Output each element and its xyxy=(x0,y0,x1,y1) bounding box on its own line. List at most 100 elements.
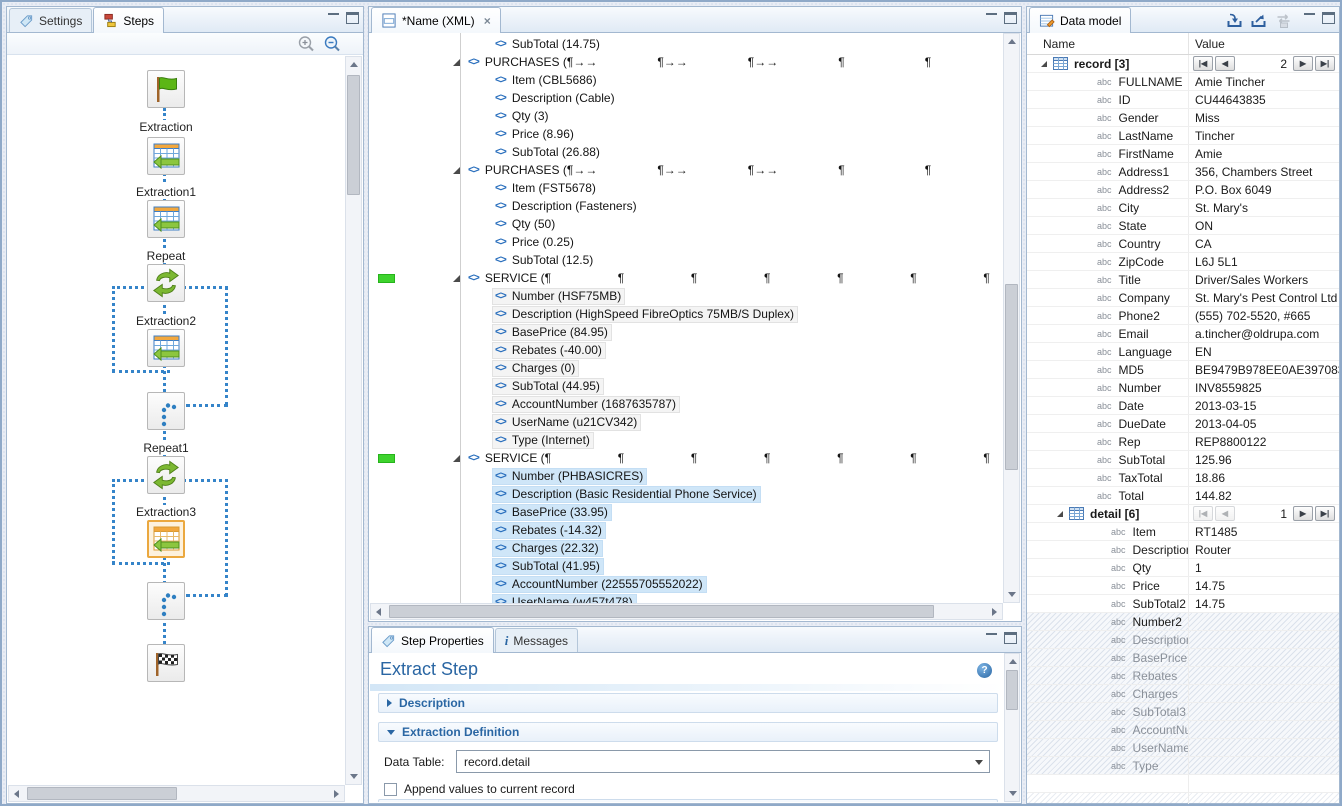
expand-arrow-icon[interactable] xyxy=(453,455,460,462)
previous-detail-button[interactable]: ◀ xyxy=(1215,506,1235,521)
field-row[interactable]: abcLastName Tincher xyxy=(1027,127,1339,145)
pending-field-row[interactable]: abcAccountNumber xyxy=(1027,721,1339,739)
xml-tree-row[interactable]: <> Qty (50) xyxy=(370,215,1003,233)
field-row[interactable]: abcTaxTotal 18.86 xyxy=(1027,469,1339,487)
pending-field-row[interactable]: abcUserName xyxy=(1027,739,1339,757)
xml-tree-row[interactable]: <> Number (PHBASICRES) xyxy=(370,467,1003,485)
pending-field-row[interactable]: abcType xyxy=(1027,757,1339,775)
tab-steps[interactable]: Steps xyxy=(93,7,164,33)
previous-record-button[interactable]: ◀ xyxy=(1215,56,1235,71)
field-row[interactable]: abcFULLNAME Amie Tincher xyxy=(1027,73,1339,91)
maximize-icon[interactable] xyxy=(1004,632,1017,644)
xml-tree-row[interactable]: <> SubTotal (26.88) xyxy=(370,143,1003,161)
step-label[interactable]: Repeat xyxy=(144,249,189,263)
xml-tree-row[interactable]: <> Description (HighSpeed FibreOptics 75… xyxy=(370,305,1003,323)
zoom-in-icon[interactable] xyxy=(297,35,315,53)
xml-tree-row[interactable]: <> Price (0.25) xyxy=(370,233,1003,251)
step-start[interactable] xyxy=(147,70,185,108)
xml-tree-row[interactable]: <> UserName (u21CV342) xyxy=(370,413,1003,431)
step-extraction[interactable] xyxy=(147,137,185,175)
scroll-left-arrow[interactable] xyxy=(376,608,381,616)
pending-field-row[interactable]: abcCharges xyxy=(1027,685,1339,703)
xml-tree-row[interactable]: <> UserName (w457t478) xyxy=(370,593,1003,603)
pending-field-row[interactable]: abcSubTotal3 xyxy=(1027,703,1339,721)
scroll-right-arrow[interactable] xyxy=(992,608,997,616)
step-label[interactable]: Extraction1 xyxy=(133,185,199,199)
first-detail-button[interactable]: |◀ xyxy=(1193,506,1213,521)
append-values-checkbox[interactable] xyxy=(384,783,397,796)
scroll-down-arrow[interactable] xyxy=(1008,592,1016,597)
import-data-icon[interactable] xyxy=(1226,12,1243,28)
field-row[interactable]: abcCountry CA xyxy=(1027,235,1339,253)
xml-tree-row[interactable]: <> SERVICE (¶ ¶ ¶ ¶ ¶ ¶ ¶ xyxy=(370,269,1003,287)
scroll-down-arrow[interactable] xyxy=(1009,791,1017,796)
scroll-up-arrow[interactable] xyxy=(350,62,358,67)
scroll-down-arrow[interactable] xyxy=(350,774,358,779)
field-row[interactable]: abcQty 1 xyxy=(1027,559,1339,577)
step-goto[interactable] xyxy=(147,392,185,430)
field-row[interactable]: abcEmail a.tincher@oldrupa.com xyxy=(1027,325,1339,343)
field-row[interactable]: abcAddress2 P.O. Box 6049 xyxy=(1027,181,1339,199)
xml-tree-row[interactable]: <> Price (8.96) xyxy=(370,125,1003,143)
field-row[interactable]: abcState ON xyxy=(1027,217,1339,235)
xml-tree-row[interactable]: <> Item (CBL5686) xyxy=(370,71,1003,89)
xml-tree-row[interactable]: <> Qty (3) xyxy=(370,107,1003,125)
pending-field-row[interactable]: abcNumber2 xyxy=(1027,613,1339,631)
field-row[interactable]: abcDueDate 2013-04-05 xyxy=(1027,415,1339,433)
xml-tree-row[interactable]: <> BasePrice (84.95) xyxy=(370,323,1003,341)
record-row[interactable]: record [3] |◀ ◀ 2 ▶ ▶| xyxy=(1027,55,1339,73)
xml-tree-row[interactable]: <> PURCHASES (¶→→ ¶→→ ¶→→ ¶ ¶ ) xyxy=(370,53,1003,71)
section-extraction-definition[interactable]: Extraction Definition xyxy=(378,722,998,742)
xml-tree-row[interactable]: <> Description (Cable) xyxy=(370,89,1003,107)
scroll-left-arrow[interactable] xyxy=(14,790,19,798)
xml-tree-row[interactable]: <> Item (FST5678) xyxy=(370,179,1003,197)
help-icon[interactable]: ? xyxy=(977,663,992,678)
field-row[interactable]: abcPrice 14.75 xyxy=(1027,577,1339,595)
field-row[interactable]: abcDescription Router xyxy=(1027,541,1339,559)
step-end[interactable] xyxy=(147,644,185,682)
sync-model-icon[interactable] xyxy=(1274,12,1293,28)
step-label[interactable]: Repeat1 xyxy=(140,441,191,455)
expand-arrow-icon[interactable] xyxy=(453,275,460,282)
step-label[interactable]: Extraction2 xyxy=(133,314,199,328)
pending-field-row[interactable]: abcBasePrice xyxy=(1027,649,1339,667)
xml-tree-row[interactable]: <> SubTotal (41.95) xyxy=(370,557,1003,575)
xml-tree-row[interactable]: <> PURCHASES (¶→→ ¶→→ ¶→→ ¶ ¶ ) xyxy=(370,161,1003,179)
export-data-icon[interactable] xyxy=(1250,12,1267,28)
maximize-icon[interactable] xyxy=(1004,12,1017,24)
close-icon[interactable]: × xyxy=(484,14,491,28)
tab-step-properties[interactable]: Step Properties xyxy=(371,627,494,653)
field-row[interactable]: abcFirstName Amie xyxy=(1027,145,1339,163)
field-row[interactable]: abcItem RT1485 xyxy=(1027,523,1339,541)
xml-tree-row[interactable]: <> BasePrice (33.95) xyxy=(370,503,1003,521)
field-row[interactable]: abcRep REP8800122 xyxy=(1027,433,1339,451)
column-value-header[interactable]: Value xyxy=(1189,37,1339,51)
column-name-header[interactable]: Name xyxy=(1027,33,1189,54)
field-row[interactable]: abcPhone2 (555) 702-5520, #665 xyxy=(1027,307,1339,325)
field-row[interactable]: abcTotal 144.82 xyxy=(1027,487,1339,505)
maximize-icon[interactable] xyxy=(1322,12,1335,24)
pending-field-row[interactable]: abcDescription2 xyxy=(1027,631,1339,649)
xml-tree-row[interactable]: <> AccountNumber (22555705552022) xyxy=(370,575,1003,593)
xml-tree-row[interactable]: <> AccountNumber (1687635787) xyxy=(370,395,1003,413)
minimize-icon[interactable] xyxy=(327,12,340,24)
xml-tree-row[interactable]: <> SubTotal (44.95) xyxy=(370,377,1003,395)
xml-tree-row[interactable]: <> SERVICE (¶ ¶ ¶ ¶ ¶ ¶ ¶ xyxy=(370,449,1003,467)
scroll-thumb[interactable] xyxy=(27,787,177,800)
field-row[interactable]: abcID CU44643835 xyxy=(1027,91,1339,109)
step-goto[interactable] xyxy=(147,582,185,620)
next-record-button[interactable]: ▶ xyxy=(1293,56,1313,71)
xml-tree-row[interactable]: <> Rebates (-40.00) xyxy=(370,341,1003,359)
zoom-out-icon[interactable] xyxy=(323,35,341,53)
minimize-icon[interactable] xyxy=(985,632,998,644)
field-row[interactable]: abcGender Miss xyxy=(1027,109,1339,127)
scroll-thumb[interactable] xyxy=(389,605,934,618)
minimize-icon[interactable] xyxy=(985,12,998,24)
tab-messages[interactable]: i Messages xyxy=(495,628,578,652)
step-label[interactable]: Extraction3 xyxy=(133,505,199,519)
expand-arrow-icon[interactable] xyxy=(1057,511,1063,517)
last-detail-button[interactable]: ▶| xyxy=(1315,506,1335,521)
pending-field-row[interactable]: abcRebates xyxy=(1027,667,1339,685)
xml-tree-row[interactable]: <> Number (HSF75MB) xyxy=(370,287,1003,305)
field-row[interactable]: abcZipCode L6J 5L1 xyxy=(1027,253,1339,271)
